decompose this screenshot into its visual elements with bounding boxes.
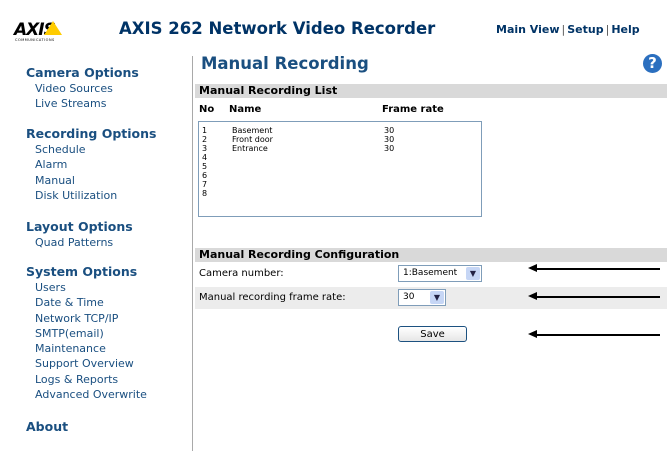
nav-main-view[interactable]: Main View <box>496 23 560 36</box>
sidebar-item-manual[interactable]: Manual <box>26 173 156 188</box>
list-item-no: 2 <box>202 135 208 144</box>
list-item-name: Front door <box>232 135 273 144</box>
column-header-name: Name <box>229 104 262 115</box>
sidebar-item-advanced-overwrite[interactable]: Advanced Overwrite <box>26 387 147 402</box>
nav-setup[interactable]: Setup <box>567 23 603 36</box>
recording-list[interactable]: 1 Basement 30 2 Front door 30 3 Entrance 30 4 … <box>198 121 482 217</box>
sidebar-item-users[interactable]: Users <box>26 280 147 295</box>
sidebar-item-video-sources[interactable]: Video Sources <box>26 81 139 96</box>
sidebar-section-camera: Camera Options Video Sources Live Stream… <box>26 65 139 112</box>
sidebar: Camera Options Video Sources Live Stream… <box>0 56 192 451</box>
logo-triangle-icon <box>44 21 62 35</box>
page-title: Manual Recording <box>201 54 369 73</box>
sidebar-item-alarm[interactable]: Alarm <box>26 157 156 172</box>
column-header-frame-rate: Frame rate <box>382 104 444 115</box>
arrow-annotation <box>528 330 660 339</box>
camera-number-value: 1:Basement <box>403 268 458 278</box>
chevron-down-icon[interactable]: ▼ <box>430 291 444 304</box>
list-item-frame-rate: 30 <box>384 126 395 135</box>
arrow-shaft <box>534 334 660 336</box>
list-item-no: 1 <box>202 126 208 135</box>
list-item-frame-rate: 30 <box>384 144 395 153</box>
sidebar-item-schedule[interactable]: Schedule <box>26 142 156 157</box>
sidebar-item-logs-reports[interactable]: Logs & Reports <box>26 372 147 387</box>
list-item-no: 8 <box>202 189 208 198</box>
list-item-name: Basement <box>232 126 273 135</box>
sidebar-section-system: System Options Users Date & Time Network… <box>26 264 147 402</box>
sidebar-item-network-tcpip[interactable]: Network TCP/IP <box>26 311 147 326</box>
nav-help[interactable]: Help <box>611 23 639 36</box>
frame-rate-select[interactable]: 30 ▼ <box>398 289 446 306</box>
frame-rate-value: 30 <box>403 292 415 302</box>
camera-number-select[interactable]: 1:Basement ▼ <box>398 265 482 282</box>
arrow-shaft <box>534 296 660 298</box>
axis-logo[interactable]: AXIS COMMUNICATIONS <box>14 20 74 44</box>
sidebar-section-layout: Layout Options Quad Patterns <box>26 219 133 250</box>
camera-number-label: Camera number: <box>199 268 284 279</box>
sidebar-section-recording: Recording Options Schedule Alarm Manual … <box>26 126 156 203</box>
arrow-annotation <box>528 292 660 301</box>
sidebar-item-live-streams[interactable]: Live Streams <box>26 96 139 111</box>
top-nav: Main View | Setup | Help <box>496 23 640 36</box>
header: AXIS COMMUNICATIONS AXIS 262 Network Vid… <box>0 0 667 46</box>
sidebar-item-disk-utilization[interactable]: Disk Utilization <box>26 188 156 203</box>
list-item-no: 3 <box>202 144 208 153</box>
config-section-header: Manual Recording Configuration <box>195 248 667 262</box>
list-item-no: 6 <box>202 171 208 180</box>
save-button[interactable]: Save <box>398 326 467 342</box>
sidebar-heading-system-options[interactable]: System Options <box>26 264 147 280</box>
list-item-no: 4 <box>202 153 208 162</box>
sidebar-section-about: About <box>26 419 68 435</box>
sidebar-heading-recording-options[interactable]: Recording Options <box>26 126 156 142</box>
arrow-annotation <box>528 264 660 273</box>
chevron-down-icon[interactable]: ▼ <box>466 267 480 280</box>
sidebar-item-maintenance[interactable]: Maintenance <box>26 341 147 356</box>
arrow-shaft <box>534 268 660 270</box>
sidebar-heading-layout-options[interactable]: Layout Options <box>26 219 133 235</box>
list-item-name: Entrance <box>232 144 268 153</box>
sidebar-item-date-time[interactable]: Date & Time <box>26 295 147 310</box>
sidebar-heading-camera-options[interactable]: Camera Options <box>26 65 139 81</box>
list-item-no: 5 <box>202 162 208 171</box>
app-title: AXIS 262 Network Video Recorder <box>119 19 436 38</box>
sidebar-item-smtp[interactable]: SMTP(email) <box>26 326 147 341</box>
main-content: Manual Recording ? Manual Recording List… <box>193 52 667 451</box>
sidebar-item-quad-patterns[interactable]: Quad Patterns <box>26 235 133 250</box>
list-section-header: Manual Recording List <box>195 84 667 98</box>
sidebar-item-support-overview[interactable]: Support Overview <box>26 356 147 371</box>
help-icon[interactable]: ? <box>643 54 662 73</box>
sidebar-heading-about[interactable]: About <box>26 419 68 435</box>
frame-rate-label: Manual recording frame rate: <box>199 292 346 303</box>
list-item-no: 7 <box>202 180 208 189</box>
column-header-no: No <box>199 104 215 115</box>
list-item-frame-rate: 30 <box>384 135 395 144</box>
logo-subtext: COMMUNICATIONS <box>15 38 55 42</box>
